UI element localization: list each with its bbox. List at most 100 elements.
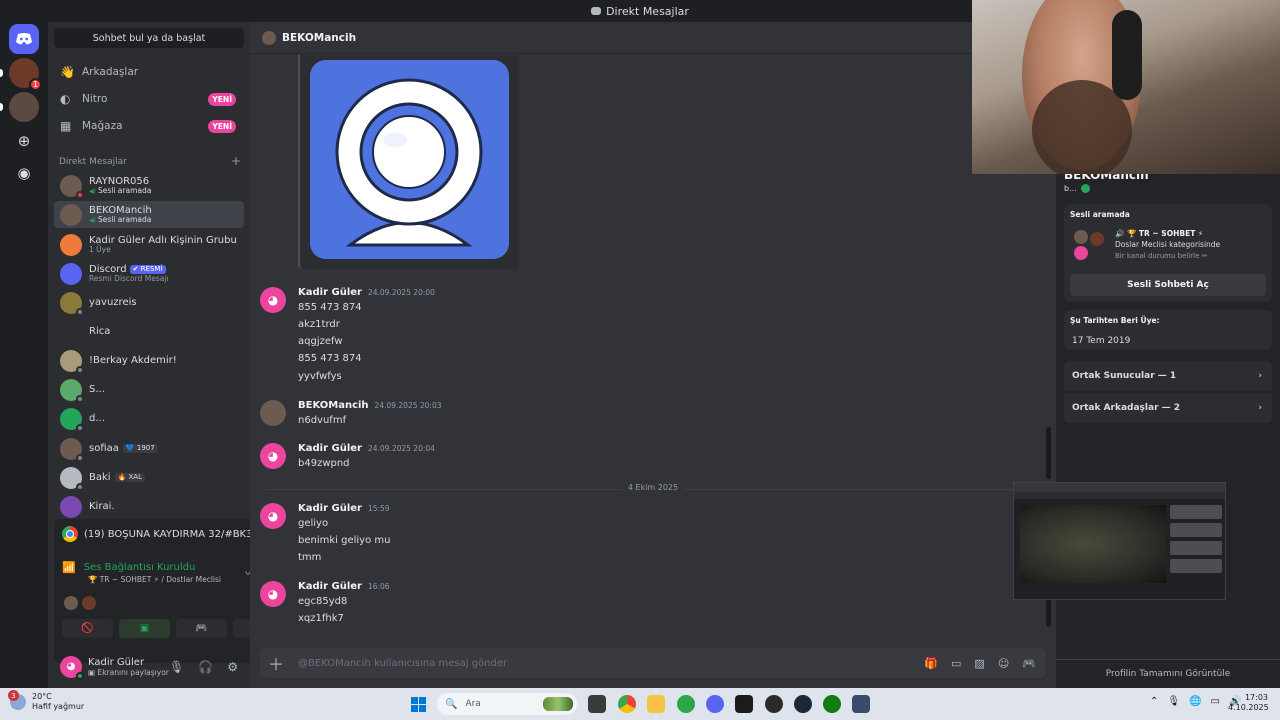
file-explorer-icon[interactable] — [647, 695, 665, 713]
unread-pill — [0, 103, 3, 111]
dm-item[interactable]: Kadir Güler Adlı Kişinin Grubu 1 Üye — [54, 231, 244, 258]
view-full-profile-button[interactable]: Profilin Tamamını Görüntüle — [1056, 659, 1280, 688]
upload-plus-icon[interactable]: ＋ — [268, 651, 284, 675]
add-server-button[interactable]: ⊕ — [9, 126, 39, 156]
message-text: yyvfwfys — [298, 371, 342, 382]
open-voice-chat-button[interactable]: Sesli Sohbeti Aç — [1070, 274, 1266, 296]
user-panel: ◕ Kadir Güler ▣ Ekranını paylaşıyor 🎙 🎧 … — [48, 645, 250, 688]
user-info[interactable]: Kadir Güler ▣ Ekranını paylaşıyor — [88, 657, 169, 677]
avatar[interactable]: ◕ — [260, 287, 286, 313]
headphones-icon[interactable]: 🎧 — [198, 660, 213, 674]
avatar — [60, 262, 82, 285]
mutual-servers-row[interactable]: Ortak Sunucular — 1 › — [1064, 361, 1272, 391]
message-author[interactable]: Kadir Güler — [298, 287, 362, 298]
screen-share-button[interactable]: ▣ — [119, 619, 170, 638]
taskbar-clock[interactable]: 17:03 4.10.2025 — [1228, 693, 1269, 714]
member-since-card: Şu Tarihten Beri Üye: 17 Tem 2019 — [1064, 310, 1272, 350]
display-icon[interactable]: ▭ — [1211, 696, 1220, 707]
dm-item[interactable]: S... — [54, 376, 244, 403]
member-since-title: Şu Tarihten Beri Üye: — [1070, 316, 1160, 325]
camera-off-button[interactable]: 🚫 — [62, 619, 113, 638]
chrome-taskbar-icon[interactable] — [618, 695, 636, 713]
message-author[interactable]: Kadir Güler — [298, 443, 362, 454]
dm-item[interactable]: Baki 🔥 XAL — [54, 464, 244, 491]
user-status: ▣ Ekranını paylaşıyor — [88, 667, 169, 677]
dm-item[interactable]: RAYNOR056Sesli aramada — [54, 172, 244, 199]
create-dm-button[interactable]: + — [231, 155, 241, 167]
xbox-icon[interactable] — [823, 695, 841, 713]
server-icon-2[interactable] — [9, 92, 39, 122]
app-taskbar-icon[interactable] — [735, 695, 753, 713]
screen-share-preview[interactable] — [1013, 482, 1226, 600]
avatar — [60, 349, 84, 374]
plus-icon: ⊕ — [17, 132, 31, 150]
dm-name: Baki 🔥 XAL — [89, 472, 145, 483]
explore-button[interactable]: ◉ — [9, 158, 39, 188]
task-view-icon[interactable] — [588, 695, 606, 713]
avatar[interactable] — [260, 400, 286, 426]
dm-item[interactable]: Discord ✔ RESMİ Resmi Discord Mesajı — [54, 260, 244, 287]
gif-icon[interactable]: ▭ — [951, 657, 961, 670]
voice-channel-label[interactable]: 🏆 TR ~ SOHBET ⚡ / Dostlar Meclisi — [88, 575, 221, 584]
weather-widget[interactable]: 3 20°C Hafif yağmur — [8, 690, 84, 712]
activity-button[interactable]: 🎮 — [176, 619, 227, 638]
avatar[interactable]: ◕ — [260, 503, 286, 529]
discord-logo-icon — [16, 33, 32, 45]
avatar — [60, 203, 82, 226]
microphone-tray-icon[interactable]: 🎙 — [1167, 696, 1180, 707]
avatar[interactable]: ◕ — [60, 655, 84, 680]
dm-subtitle: Sesli aramada — [89, 186, 151, 196]
settings-gear-icon[interactable]: ⚙ — [227, 660, 238, 674]
discord-taskbar-icon[interactable] — [706, 695, 724, 713]
message-author[interactable]: Kadir Güler — [298, 581, 362, 592]
webcam-app-image[interactable] — [310, 60, 509, 259]
chat-recipient-name[interactable]: BEKOMancih — [282, 32, 356, 44]
gift-icon[interactable]: 🎁 — [924, 657, 938, 670]
dm-item[interactable]: Kirai. — [54, 493, 244, 520]
nav-friends[interactable]: 👋 Arkadaşlar — [54, 60, 244, 84]
dm-item[interactable]: yavuzreis — [54, 289, 244, 316]
emoji-icon[interactable]: ☺ — [998, 657, 1009, 670]
avatar[interactable]: ◕ — [260, 581, 286, 607]
find-conversation-button[interactable]: Sohbet bul ya da başlat — [54, 28, 244, 48]
webcam-app-taskbar-icon[interactable] — [852, 695, 870, 713]
official-badge: ✔ RESMİ — [129, 264, 166, 275]
server-icon-1[interactable]: 1 — [9, 58, 42, 91]
dm-name: sofiaa 💙 1907 — [89, 443, 158, 454]
avatar[interactable] — [262, 30, 276, 45]
dm-name-label: sofiaa — [89, 443, 119, 454]
voice-connection-status[interactable]: 📶 Ses Bağlantısı Kuruldu — [62, 561, 195, 574]
message-author[interactable]: BEKOMancih — [298, 400, 369, 411]
dm-item[interactable]: !Berkay Akdemir! — [54, 347, 244, 374]
avatar[interactable]: ◕ — [260, 443, 286, 469]
avatar[interactable] — [64, 596, 78, 610]
dm-item[interactable]: Rica — [54, 318, 244, 345]
camera-feed-overlay[interactable] — [972, 0, 1280, 174]
nav-nitro[interactable]: ◐ Nitro YENİ — [54, 87, 244, 111]
microphone-icon[interactable]: 🎙 — [169, 660, 184, 674]
globe-icon[interactable]: 🌐 — [1189, 696, 1201, 707]
steam-icon[interactable] — [794, 695, 812, 713]
avatar[interactable] — [82, 596, 96, 610]
date-divider: 4 Ekim 2025 — [266, 483, 1040, 492]
xbox-app-icon[interactable] — [677, 695, 695, 713]
apps-icon[interactable]: 🎮 — [1022, 657, 1036, 670]
dm-item[interactable]: BEKOMancihSesli aramada — [54, 201, 244, 228]
channel-status-hint[interactable]: Bir kanal durumu belirle ✏ — [1115, 251, 1220, 262]
message-timestamp: 24.09.2025 20:00 — [367, 288, 435, 297]
mutual-friends-row[interactable]: Ortak Arkadaşlar — 2 › — [1064, 393, 1272, 423]
dm-item[interactable]: d... — [54, 405, 244, 432]
chevron-up-icon[interactable]: ⌃ — [1150, 696, 1158, 707]
dm-item[interactable]: sofiaa 💙 1907 — [54, 435, 244, 462]
taskbar-search[interactable]: 🔍 Ara — [437, 693, 577, 715]
start-button[interactable] — [411, 697, 426, 712]
sticker-icon[interactable]: ▨ — [974, 657, 984, 670]
discord-home-button[interactable] — [9, 24, 39, 54]
app-taskbar-icon[interactable] — [765, 695, 783, 713]
message-input[interactable]: @BEKOMancih kullanıcısına mesaj gönder — [298, 658, 507, 669]
message-timestamp: 24.09.2025 20:03 — [374, 401, 442, 410]
nav-shop[interactable]: ▦ Mağaza YENİ — [54, 114, 244, 138]
voice-channel-name[interactable]: 🔊 🏆 TR ~ SOHBET ⚡ — [1115, 228, 1220, 239]
scrollbar-thumb[interactable] — [1046, 427, 1051, 479]
message-author[interactable]: Kadir Güler — [298, 503, 362, 514]
